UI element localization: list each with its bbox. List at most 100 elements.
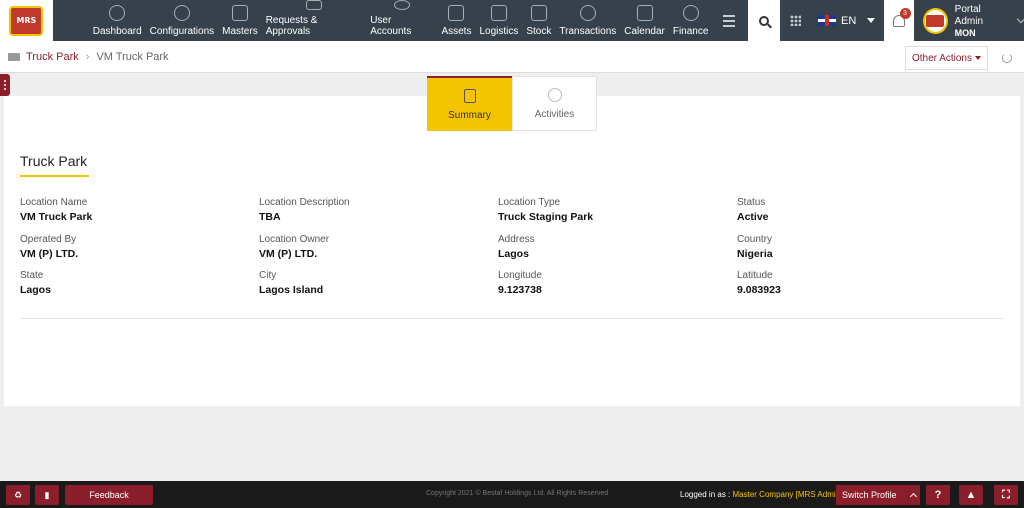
breadcrumb: Truck Park › VM Truck Park Other Actions <box>0 41 1024 73</box>
field-location-description: Location Description TBA <box>259 197 498 234</box>
details-panel: Truck Park Location Name VM Truck Park Lo… <box>4 96 1020 406</box>
field-country: Country Nigeria <box>737 234 976 271</box>
nav-configurations[interactable]: Configurations <box>146 0 218 41</box>
flame-button[interactable]: ▲ <box>959 485 983 505</box>
nav-calendar[interactable]: Calendar <box>620 0 669 41</box>
field-value: TBA <box>259 211 281 223</box>
fullscreen-button[interactable]: ⛶ <box>994 485 1018 505</box>
title-underline <box>20 175 89 177</box>
nav-dashboard[interactable]: Dashboard <box>89 0 146 41</box>
field-value: Lagos <box>20 284 51 296</box>
flame-icon: ▲ <box>965 489 977 501</box>
logo-text: MRS <box>16 16 37 25</box>
side-panel-toggle[interactable] <box>0 74 10 96</box>
search-button[interactable] <box>748 0 781 41</box>
breadcrumb-separator: › <box>85 50 90 63</box>
field-label: Address <box>498 233 535 245</box>
users-icon <box>393 0 410 10</box>
document-icon <box>305 0 322 10</box>
field-operated-by: Operated By VM (P) LTD. <box>20 234 259 271</box>
field-label: Country <box>737 233 773 245</box>
details-row: Operated By VM (P) LTD. Location Owner VM … <box>20 234 1005 271</box>
footer-bar: ♻ ▮ Feedback Copyright 2021 © Bestaf Hol… <box>0 481 1024 508</box>
field-location-owner: Location Owner VM (P) LTD. <box>259 234 498 271</box>
fullscreen-icon: ⛶ <box>1002 488 1010 501</box>
field-label: Location Name <box>20 197 88 208</box>
nav-label: User Accounts <box>370 15 412 37</box>
refresh-icon[interactable] <box>1002 53 1012 63</box>
field-value: Nigeria <box>737 247 773 260</box>
user-name: Portal Admin <box>954 3 984 27</box>
nav-stock[interactable]: Stock <box>522 0 555 41</box>
page-title: Truck Park <box>20 153 88 169</box>
field-value: Lagos <box>498 247 529 260</box>
company-name: Master Company [MRS Admin] <box>732 490 843 499</box>
nav-requests-approvals[interactable]: Requests & Approvals <box>262 0 367 41</box>
switch-profile-label: Switch Profile <box>842 490 897 500</box>
user-menu[interactable]: Portal Admin MON <box>914 0 1024 41</box>
notifications-button[interactable]: 3 <box>883 0 914 41</box>
field-label: Operated By <box>20 233 77 245</box>
logged-in-info: Logged in as : Master Company [MRS Admin… <box>680 490 842 499</box>
building-icon <box>231 5 248 21</box>
barrel-icon <box>530 5 547 21</box>
nav-user-accounts[interactable]: User Accounts <box>366 0 437 41</box>
grid-icon <box>789 15 801 26</box>
logged-in-label: Logged in as : <box>680 490 731 499</box>
field-label: Location Owner <box>259 233 330 245</box>
menu-icon[interactable] <box>716 0 742 41</box>
bookmark-button[interactable]: ▮ <box>35 485 59 505</box>
details-row: State Lagos City Lagos Island Longitude 9.1… <box>20 270 1005 307</box>
language-selector[interactable]: EN <box>810 0 884 41</box>
breadcrumb-parent-link[interactable]: Truck Park <box>26 51 79 63</box>
search-icon <box>759 15 770 26</box>
tab-bar: Summary Activities <box>427 76 598 131</box>
switch-profile-button[interactable]: Switch Profile <box>836 485 920 505</box>
field-state: State Lagos <box>20 270 259 307</box>
tab-summary[interactable]: Summary <box>427 76 512 131</box>
main-nav: Dashboard Configurations Masters Request… <box>53 0 713 41</box>
exchange-icon <box>579 5 596 21</box>
nav-transactions[interactable]: Transactions <box>555 0 620 41</box>
nav-logistics[interactable]: Logistics <box>475 0 522 41</box>
field-label: Latitude <box>737 270 773 281</box>
chevron-down-icon <box>867 18 876 23</box>
feedback-label: Feedback <box>89 490 129 500</box>
nav-finance[interactable]: Finance <box>669 0 713 41</box>
field-city: City Lagos Island <box>259 270 498 307</box>
brand-logo[interactable]: MRS <box>0 0 53 41</box>
field-longitude: Longitude 9.123738 <box>498 270 737 307</box>
tab-activities[interactable]: Activities <box>512 76 597 131</box>
nav-label: Dashboard <box>92 26 142 37</box>
breadcrumb-current: VM Truck Park <box>96 50 169 63</box>
dashboard-icon <box>109 5 126 21</box>
field-status: Status Active <box>737 197 976 234</box>
nav-masters[interactable]: Masters <box>218 0 262 41</box>
top-navbar: MRS Dashboard Configurations Masters Req… <box>0 0 1024 41</box>
details-grid: Location Name VM Truck Park Location Desc… <box>20 197 1005 307</box>
truck-icon <box>490 5 507 21</box>
help-button[interactable]: ? <box>926 485 950 505</box>
nav-label: Assets <box>441 26 472 37</box>
truck-icon <box>8 52 20 61</box>
nav-label: Stock <box>526 26 552 37</box>
activity-icon <box>547 87 562 102</box>
calendar-icon <box>636 5 653 21</box>
field-latitude: Latitude 9.083923 <box>737 270 976 307</box>
chevron-up-icon <box>909 492 917 501</box>
nav-label: Requests & Approvals <box>265 15 318 37</box>
other-actions-dropdown[interactable]: Other Actions <box>904 46 988 70</box>
nav-assets[interactable]: Assets <box>437 0 475 41</box>
user-role: MON <box>954 27 976 38</box>
avatar <box>922 7 948 34</box>
recycle-button[interactable]: ♻ <box>6 485 30 505</box>
section-divider <box>20 318 1005 319</box>
tab-label: Summary <box>448 109 491 121</box>
factory-icon <box>448 5 465 21</box>
gear-icon <box>173 5 190 21</box>
feedback-button[interactable]: Feedback <box>65 485 153 505</box>
uk-flag-icon <box>817 15 836 26</box>
apps-button[interactable] <box>780 0 810 41</box>
tab-label: Activities <box>534 108 575 120</box>
bookmark-icon: ▮ <box>44 489 50 500</box>
